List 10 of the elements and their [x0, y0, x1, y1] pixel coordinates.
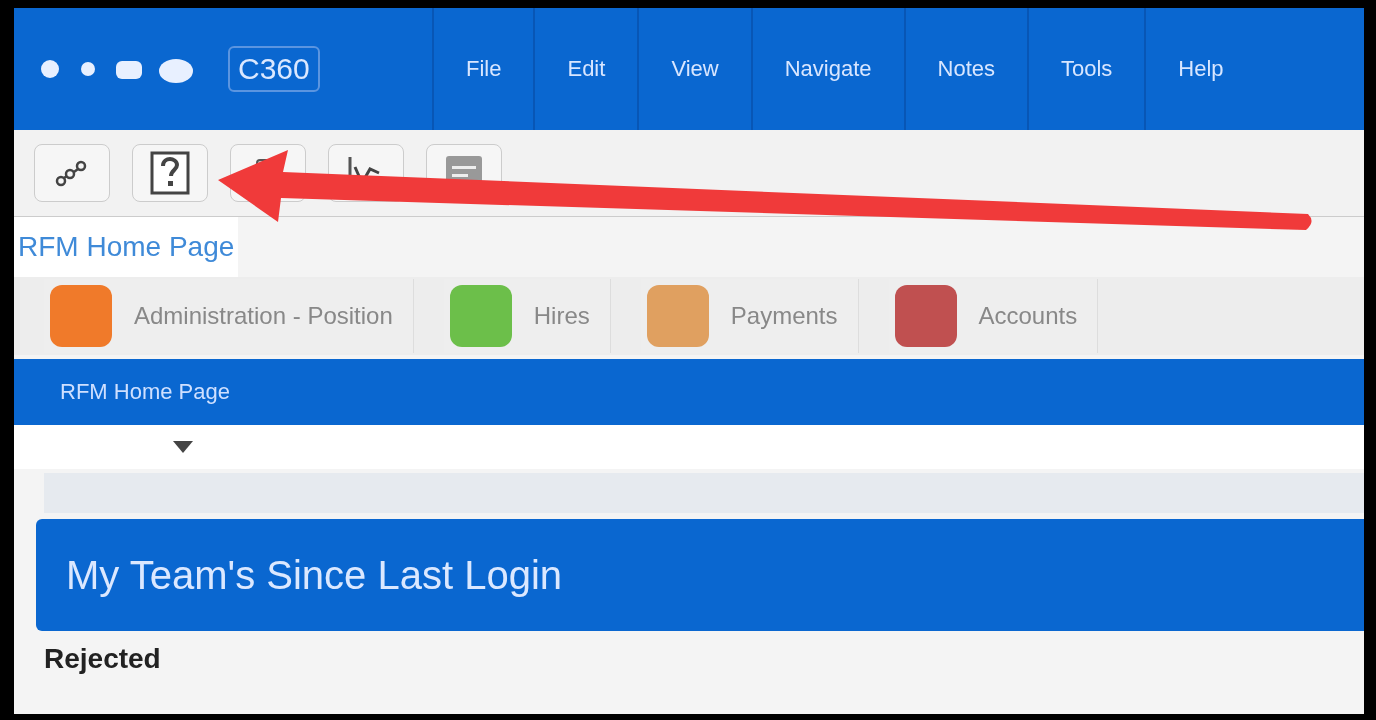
help-icon: [150, 151, 190, 195]
toolbar-button[interactable]: [34, 144, 110, 202]
caret-icon[interactable]: [172, 440, 194, 454]
section-label: Rejected: [43, 642, 162, 675]
panel-title: My Team's Since Last Login: [66, 552, 563, 598]
page-title: RFM Home Page: [60, 379, 230, 405]
product-name: C360: [228, 46, 320, 92]
nodes-icon: [55, 158, 89, 188]
home-page-link[interactable]: RFM Home Page: [14, 217, 239, 277]
toolbar-button[interactable]: [132, 144, 208, 202]
